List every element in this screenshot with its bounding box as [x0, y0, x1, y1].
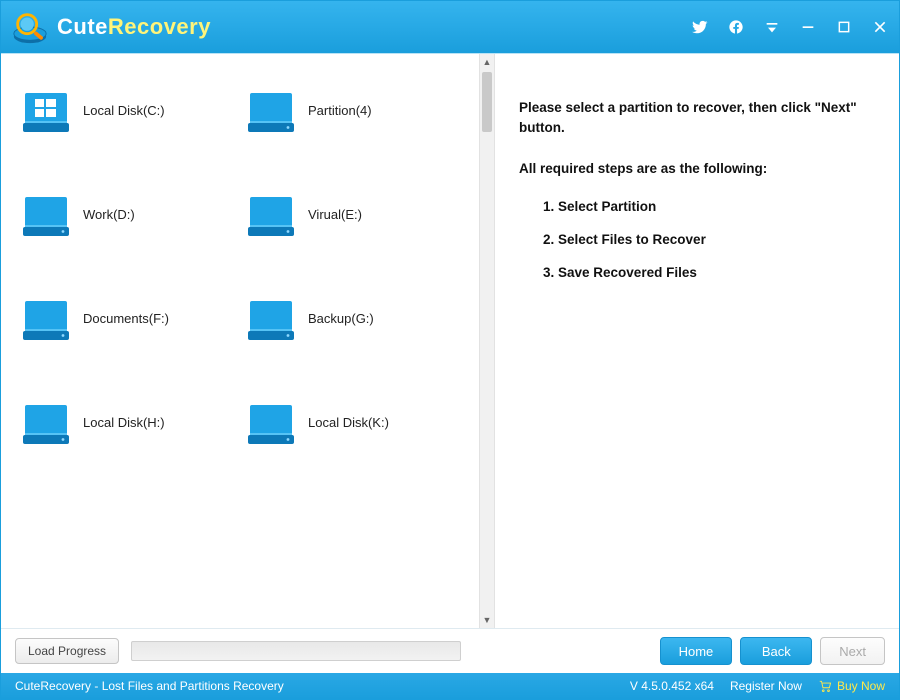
- buy-now-link[interactable]: Buy Now: [818, 679, 885, 693]
- instruction-step: 3. Save Recovered Files: [543, 265, 873, 280]
- scroll-thumb[interactable]: [482, 72, 492, 132]
- scroll-down-arrow[interactable]: ▼: [480, 612, 494, 628]
- partition-label: Work(D:): [83, 207, 135, 222]
- button-bar: Load Progress Home Back Next: [1, 629, 899, 673]
- status-bar: CuteRecovery - Lost Files and Partitions…: [1, 673, 899, 699]
- drive-icon: [21, 399, 71, 445]
- partition-item[interactable]: Local Disk(H:): [21, 394, 246, 450]
- app-title-prefix: Cute: [57, 14, 108, 39]
- scroll-track[interactable]: [480, 70, 494, 612]
- buy-now-label: Buy Now: [837, 679, 885, 693]
- partition-label: Local Disk(K:): [308, 415, 389, 430]
- drive-icon: [246, 399, 296, 445]
- partition-label: Local Disk(H:): [83, 415, 165, 430]
- partition-item[interactable]: Local Disk(K:): [246, 394, 471, 450]
- scrollbar[interactable]: ▲ ▼: [479, 54, 495, 628]
- main-content: Local Disk(C:) Partition(4) Work(D:) Virual…: [1, 53, 899, 629]
- next-button[interactable]: Next: [820, 637, 885, 665]
- load-progress-button[interactable]: Load Progress: [15, 638, 119, 664]
- close-icon[interactable]: [871, 18, 889, 36]
- status-version: V 4.5.0.452 x64: [630, 679, 714, 693]
- progress-bar: [131, 641, 461, 661]
- partition-panel: Local Disk(C:) Partition(4) Work(D:) Virual…: [1, 54, 479, 628]
- register-link[interactable]: Register Now: [730, 679, 802, 693]
- app-logo-icon: [11, 8, 49, 46]
- back-button[interactable]: Back: [740, 637, 812, 665]
- partition-item[interactable]: Partition(4): [246, 82, 471, 138]
- partition-item[interactable]: Local Disk(C:): [21, 82, 246, 138]
- partition-item[interactable]: Work(D:): [21, 186, 246, 242]
- titlebar-actions: [691, 18, 889, 36]
- app-title-suffix: Recovery: [108, 14, 211, 39]
- partition-item[interactable]: Virual(E:): [246, 186, 471, 242]
- instruction-step: 2. Select Files to Recover: [543, 232, 873, 247]
- minimize-icon[interactable]: [799, 18, 817, 36]
- twitter-icon[interactable]: [691, 18, 709, 36]
- partition-label: Local Disk(C:): [83, 103, 165, 118]
- drive-icon: [21, 87, 71, 133]
- instructions-steps-heading: All required steps are as the following:: [519, 159, 873, 179]
- partition-label: Virual(E:): [308, 207, 362, 222]
- partition-item[interactable]: Documents(F:): [21, 290, 246, 346]
- menu-dropdown-icon[interactable]: [763, 18, 781, 36]
- status-text: CuteRecovery - Lost Files and Partitions…: [15, 679, 284, 693]
- title-bar: CuteRecovery: [1, 1, 899, 53]
- partition-item[interactable]: Backup(G:): [246, 290, 471, 346]
- app-title: CuteRecovery: [57, 14, 211, 40]
- instruction-step: 1. Select Partition: [543, 199, 873, 214]
- drive-icon: [21, 191, 71, 237]
- home-button[interactable]: Home: [660, 637, 733, 665]
- drive-icon: [21, 295, 71, 341]
- partition-label: Documents(F:): [83, 311, 169, 326]
- app-window: CuteRecovery L: [0, 0, 900, 700]
- scroll-up-arrow[interactable]: ▲: [480, 54, 494, 70]
- cart-icon: [818, 679, 832, 693]
- instructions-panel: Please select a partition to recover, th…: [495, 54, 899, 628]
- instructions-intro: Please select a partition to recover, th…: [519, 98, 873, 139]
- maximize-icon[interactable]: [835, 18, 853, 36]
- app-logo: CuteRecovery: [11, 8, 211, 46]
- partition-label: Backup(G:): [308, 311, 374, 326]
- drive-icon: [246, 191, 296, 237]
- instructions-steps-list: 1. Select Partition 2. Select Files to Re…: [519, 199, 873, 280]
- drive-icon: [246, 87, 296, 133]
- drive-icon: [246, 295, 296, 341]
- facebook-icon[interactable]: [727, 18, 745, 36]
- partition-label: Partition(4): [308, 103, 372, 118]
